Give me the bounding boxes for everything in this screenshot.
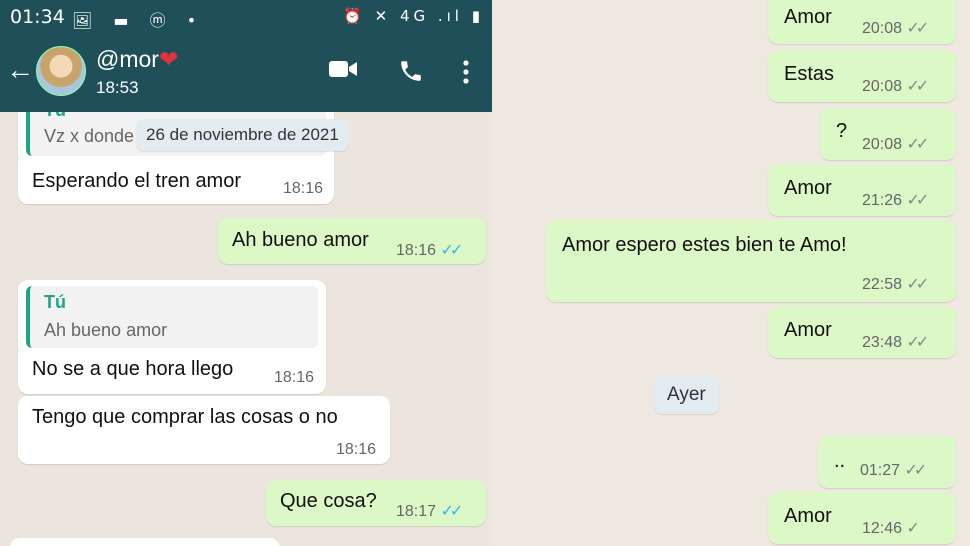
read-ticks-icon: ✓✓: [440, 503, 464, 520]
outgoing-message[interactable]: Estas 20:08 ✓✓: [768, 50, 956, 102]
message-time: 18:17 ✓✓: [396, 503, 464, 520]
last-seen: 18:53: [96, 78, 139, 97]
message-text: Amor: [784, 505, 832, 527]
incoming-message[interactable]: [10, 538, 280, 546]
message-time: 12:46 ✓: [862, 520, 921, 537]
heart-icon: ❤: [158, 46, 179, 72]
status-bar: 01:34 🖼 ▬ ⓜ • ⏰ ✕ 4G .ıl ▮: [0, 0, 492, 32]
notification-icons: 🖼 ▬ ⓜ •: [72, 11, 205, 30]
video-call-icon[interactable]: [328, 58, 358, 86]
message-time: 20:08 ✓✓: [862, 136, 930, 153]
outgoing-message[interactable]: Amor 20:08 ✓✓: [768, 0, 956, 44]
message-text: Estas: [784, 63, 835, 85]
message-text: Amor: [784, 319, 832, 341]
message-time: 20:08 ✓✓: [862, 78, 930, 95]
quote-author: Tú: [44, 292, 66, 312]
message-time: 18:16: [274, 369, 315, 386]
outgoing-message[interactable]: .. 01:27 ✓✓: [818, 436, 956, 488]
message-time: 21:26 ✓✓: [862, 192, 930, 209]
date-chip: 26 de noviembre de 2021: [136, 119, 349, 151]
quote-text: Ah bueno amor: [44, 320, 168, 340]
message-text: Amor espero estes bien te Amo!: [562, 234, 847, 256]
message-text: Amor: [784, 6, 832, 28]
quote-text: Vz x donde: [44, 126, 135, 146]
status-time: 01:34: [10, 6, 65, 28]
delivered-ticks-icon: ✓✓: [906, 20, 930, 37]
contact-name[interactable]: @mor❤: [96, 46, 178, 73]
date-chip: Ayer: [654, 376, 719, 414]
reply-quote[interactable]: Tú Ah bueno amor: [26, 286, 318, 348]
outgoing-message[interactable]: Amor 12:46 ✓: [768, 492, 956, 544]
message-time: 01:27 ✓✓: [860, 462, 928, 479]
message-time: 23:48 ✓✓: [862, 334, 930, 351]
outgoing-message[interactable]: Amor 23:48 ✓✓: [768, 306, 956, 358]
incoming-message[interactable]: Tengo que comprar las cosas o no 18:16: [18, 396, 390, 464]
delivered-ticks-icon: ✓✓: [906, 192, 930, 209]
phone-icon[interactable]: [398, 58, 424, 90]
message-text: No se a que hora llego: [32, 358, 234, 380]
message-text: Esperando el tren amor: [32, 170, 242, 192]
message-text: ..: [834, 450, 846, 472]
message-time: 18:16: [336, 441, 377, 458]
message-time: 20:08 ✓✓: [862, 20, 930, 37]
sent-tick-icon: ✓: [906, 520, 921, 537]
message-text: Que cosa?: [280, 490, 377, 512]
outgoing-message[interactable]: Amor espero estes bien te Amo! 22:58 ✓✓: [546, 220, 956, 302]
message-text: Ah bueno amor: [232, 229, 369, 251]
avatar[interactable]: [36, 46, 86, 96]
read-ticks-icon: ✓✓: [440, 242, 464, 259]
message-time: 22:58 ✓✓: [862, 276, 930, 293]
message-text: Tengo que comprar las cosas o no: [32, 406, 338, 428]
message-text: ?: [836, 120, 848, 142]
system-icons: ⏰ ✕ 4G .ıl ▮: [343, 7, 484, 25]
chat-header: ← @mor❤ 18:53: [0, 32, 492, 112]
more-vertical-icon[interactable]: [462, 60, 470, 90]
message-time: 18:16 ✓✓: [396, 242, 464, 259]
outgoing-message[interactable]: ? 20:08 ✓✓: [820, 108, 956, 160]
outgoing-message[interactable]: Amor 21:26 ✓✓: [768, 164, 956, 216]
arrow-left-icon[interactable]: ←: [6, 54, 34, 86]
delivered-ticks-icon: ✓✓: [904, 462, 928, 479]
delivered-ticks-icon: ✓✓: [906, 78, 930, 95]
delivered-ticks-icon: ✓✓: [906, 334, 930, 351]
right-chat-pane: Amor 20:08 ✓✓ Estas 20:08 ✓✓ ? 20:08 ✓✓ …: [492, 0, 970, 546]
message-time: 18:16: [283, 180, 324, 197]
delivered-ticks-icon: ✓✓: [906, 136, 930, 153]
message-text: Amor: [784, 177, 832, 199]
outgoing-message[interactable]: Ah bueno amor 18:16 ✓✓: [218, 218, 486, 264]
delivered-ticks-icon: ✓✓: [906, 276, 930, 293]
incoming-message[interactable]: Tú Ah bueno amor No se a que hora llego …: [18, 280, 326, 394]
outgoing-message[interactable]: Que cosa? 18:17 ✓✓: [266, 480, 486, 526]
